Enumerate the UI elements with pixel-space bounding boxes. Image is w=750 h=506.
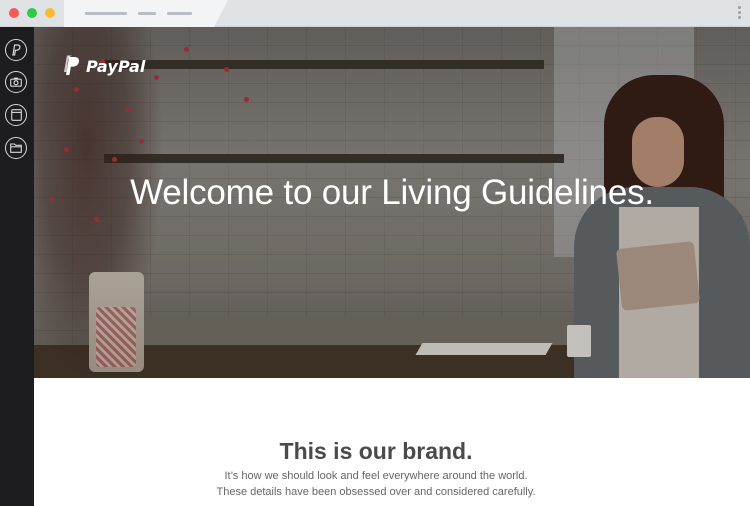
logo-text: PayPal (86, 56, 146, 76)
hero-banner: PayPal Welcome to our Living Guidelines. (34, 27, 750, 378)
brand-title: This is our brand. (279, 438, 473, 464)
browser-window: PayPal Welcome to our Living Guidelines.… (0, 0, 750, 506)
brand-section: This is our brand. It’s how we should lo… (34, 378, 750, 506)
maximize-window-button[interactable] (45, 8, 55, 18)
sidebar-item-camera[interactable] (5, 71, 27, 93)
brand-description-line: These details have been obsessed over an… (216, 486, 536, 498)
sidebar-item-folder[interactable] (5, 137, 27, 159)
tab-title-placeholder (138, 12, 156, 15)
sidebar-item-paypal[interactable] (5, 39, 27, 61)
tab-title-placeholder (167, 12, 192, 15)
paypal-logo[interactable]: PayPal (63, 55, 146, 77)
tab-title-placeholder (85, 12, 127, 15)
folder-icon (10, 143, 22, 153)
brand-description-line: It’s how we should look and feel everywh… (224, 470, 528, 482)
minimize-window-button[interactable] (27, 8, 37, 18)
paypal-logo-icon (64, 55, 80, 75)
kebab-menu-icon[interactable] (738, 6, 742, 22)
paypal-icon (12, 44, 21, 56)
camera-icon (10, 77, 22, 87)
close-window-button[interactable] (9, 8, 19, 18)
browser-chrome (0, 0, 750, 27)
sidebar (0, 27, 34, 506)
sidebar-item-document[interactable] (5, 104, 27, 126)
document-icon (10, 109, 22, 121)
hero-title: Welcome to our Living Guidelines. (130, 173, 654, 212)
browser-tab[interactable] (64, 0, 228, 27)
